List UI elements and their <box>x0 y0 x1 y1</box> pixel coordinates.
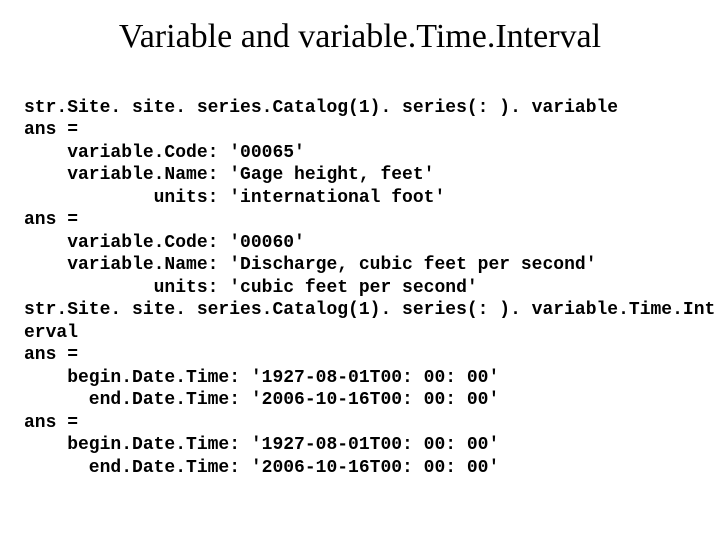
code-line: units: 'cubic feet per second' <box>24 278 478 298</box>
code-line: variable.Code: '00060' <box>24 233 305 253</box>
code-line: variable.Name: 'Discharge, cubic feet pe… <box>24 255 597 275</box>
slide: Variable and variable.Time.Interval str.… <box>0 0 720 512</box>
code-line: begin.Date.Time: '1927-08-01T00: 00: 00' <box>24 435 499 455</box>
code-line: ans = <box>24 120 78 140</box>
code-line: variable.Code: '00065' <box>24 143 305 163</box>
code-line: str.Site. site. series.Catalog(1). serie… <box>24 98 618 118</box>
code-line: end.Date.Time: '2006-10-16T00: 00: 00' <box>24 458 499 478</box>
code-line: str.Site. site. series.Catalog(1). serie… <box>24 300 715 320</box>
slide-title: Variable and variable.Time.Interval <box>24 18 696 56</box>
code-line: units: 'international foot' <box>24 188 445 208</box>
code-line: variable.Name: 'Gage height, feet' <box>24 165 434 185</box>
code-line: ans = <box>24 413 78 433</box>
code-line: erval <box>24 323 78 343</box>
code-line: ans = <box>24 345 78 365</box>
code-line: end.Date.Time: '2006-10-16T00: 00: 00' <box>24 390 499 410</box>
code-line: begin.Date.Time: '1927-08-01T00: 00: 00' <box>24 368 499 388</box>
code-block: str.Site. site. series.Catalog(1). serie… <box>24 74 696 502</box>
code-line: ans = <box>24 210 78 230</box>
